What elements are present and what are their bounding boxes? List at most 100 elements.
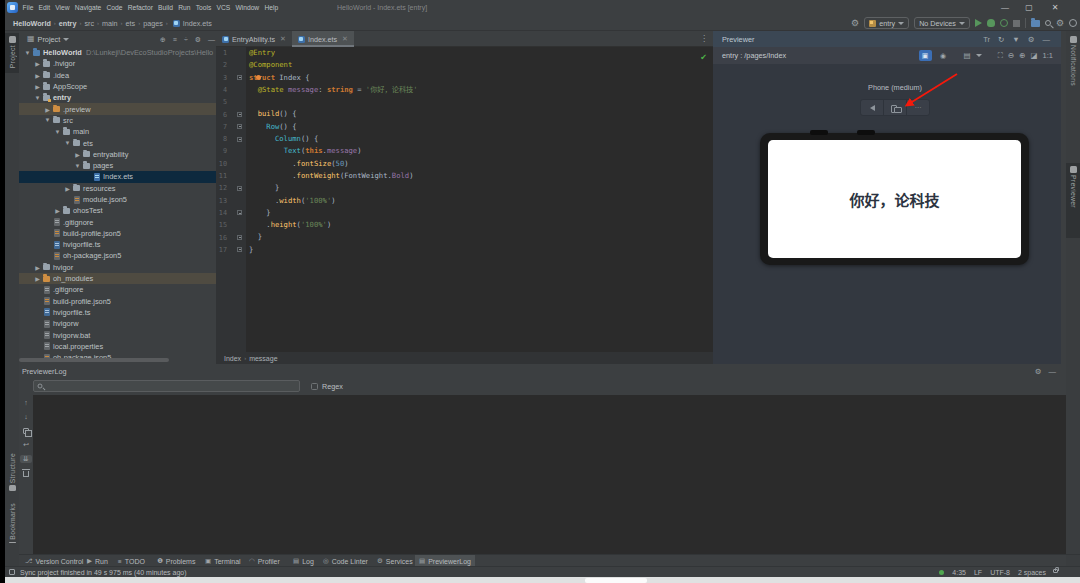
fold-marker-icon[interactable]	[237, 124, 242, 129]
tree-item-hvigorw.bat[interactable]: hvigorw.bat	[19, 329, 221, 340]
stop-button[interactable]	[1013, 20, 1020, 27]
tree-item-hvigorfile.ts[interactable]: hvigorfile.ts	[19, 307, 221, 318]
device-selector[interactable]: No Devices	[914, 17, 970, 29]
collapse-all-icon[interactable]: ≡	[173, 36, 177, 43]
tree-item-main[interactable]: ▼main	[19, 126, 221, 137]
tool-stripe-tab-structure[interactable]: Structure	[5, 450, 19, 494]
hide-log-icon[interactable]: —	[1049, 367, 1057, 376]
breadcrumb-segment[interactable]: pages	[142, 19, 164, 28]
inspector-mode-icon[interactable]: ◉	[937, 50, 950, 61]
sdk-manager-icon[interactable]	[1031, 20, 1040, 27]
scroll-up-icon[interactable]: ↑	[20, 399, 32, 407]
breadcrumb-segment[interactable]: HelloWorld	[12, 19, 52, 28]
export-log-icon[interactable]	[20, 427, 32, 435]
editor-breadcrumb-item[interactable]: message	[249, 355, 277, 362]
profile-avatar-icon[interactable]	[1069, 19, 1077, 27]
soft-wrap-icon[interactable]: ↩	[20, 441, 32, 449]
fold-marker-icon[interactable]	[237, 210, 242, 215]
menu-build[interactable]: Build	[156, 4, 176, 11]
panel-settings-icon[interactable]: ⚙	[195, 36, 201, 43]
tree-item-oh-package.json5[interactable]: oh-package.json5	[19, 250, 221, 261]
code-area[interactable]: @Entry@Componentstruct Index { @State me…	[246, 47, 713, 352]
tree-item-AppScope[interactable]: ▶AppScope	[19, 81, 221, 92]
tree-item-ohosTest[interactable]: ▶ohosTest	[19, 205, 221, 216]
grid-view-icon[interactable]: ▤	[964, 51, 971, 60]
breadcrumb-segment[interactable]: ets	[125, 19, 137, 28]
fit-screen-icon[interactable]: ⛶	[998, 51, 1003, 61]
menu-help[interactable]: Help	[262, 4, 281, 11]
tree-item-pages[interactable]: ▼pages	[19, 160, 221, 171]
tree-item-resources[interactable]: ▶resources	[19, 183, 221, 194]
refresh-icon[interactable]: ↻	[998, 35, 1004, 44]
zoom-out-icon[interactable]: ⊖	[1008, 51, 1014, 60]
minimize-button[interactable]: —	[993, 0, 1017, 15]
editor-tab-Index.ets[interactable]: Index.ets✕	[292, 31, 354, 47]
font-size-icon[interactable]: Tr	[983, 35, 990, 44]
editor-tab-EntryAbility.ts[interactable]: EntryAbility.ts✕	[216, 31, 292, 47]
fullscreen-icon[interactable]: ◪	[1030, 51, 1037, 60]
tree-chevron-icon[interactable]: ▶	[33, 72, 42, 79]
tool-stripe-tab-notifications[interactable]: Notifications	[1066, 33, 1080, 97]
tree-item-module.json5[interactable]: module.json5	[19, 194, 221, 205]
fold-marker-icon[interactable]	[237, 137, 242, 142]
fold-marker-icon[interactable]	[237, 186, 242, 191]
tool-stripe-tab-bookmarks[interactable]: Bookmarks	[5, 500, 19, 546]
menu-refactor[interactable]: Refactor	[125, 4, 155, 11]
previewer-settings-icon[interactable]: ⚙	[1028, 35, 1035, 44]
editor-breadcrumb-item[interactable]: Index	[224, 355, 241, 362]
menu-view[interactable]: View	[53, 4, 73, 11]
maximize-button[interactable]: ▢	[1017, 0, 1041, 15]
menu-tools[interactable]: Tools	[193, 4, 214, 11]
tool-stripe-tab-previewer[interactable]: Previewer	[1066, 163, 1080, 238]
tree-chevron-icon[interactable]: ▼	[43, 117, 52, 123]
filter-icon[interactable]: ▼	[1012, 35, 1019, 44]
tree-chevron-icon[interactable]: ▼	[23, 50, 32, 56]
tree-chevron-icon[interactable]: ▼	[33, 95, 42, 101]
tree-chevron-icon[interactable]: ▶	[33, 60, 42, 67]
tree-chevron-icon[interactable]: ▼	[63, 140, 72, 146]
fold-marker-icon[interactable]	[237, 247, 242, 252]
close-tab-icon[interactable]: ✕	[342, 35, 348, 43]
tree-item-entryability[interactable]: ▶entryability	[19, 149, 221, 160]
tree-item-build-profile.json5[interactable]: build-profile.json5	[19, 228, 221, 239]
breadcrumb-segment[interactable]: main	[101, 19, 119, 28]
zoom-in-icon[interactable]: ⊕	[1019, 51, 1025, 60]
tree-item-src[interactable]: ▼src	[19, 115, 221, 126]
close-button[interactable]: ✕	[1043, 0, 1067, 15]
tree-horizontal-scrollbar[interactable]	[19, 358, 169, 362]
hide-previewer-icon[interactable]: —	[1043, 35, 1051, 44]
module-selector[interactable]: entry	[864, 17, 909, 29]
encoding[interactable]: UTF-8	[990, 569, 1010, 576]
tree-chevron-icon[interactable]: ▶	[43, 106, 52, 113]
search-everywhere-icon[interactable]	[1045, 20, 1051, 26]
tab-options-icon[interactable]: ⋮	[700, 34, 708, 43]
caret-position[interactable]: 4:35	[952, 569, 966, 576]
tree-chevron-icon[interactable]: ▶	[63, 185, 72, 192]
menu-file[interactable]: File	[20, 4, 36, 11]
fold-marker-icon[interactable]	[237, 235, 242, 240]
tree-chevron-icon[interactable]: ▶	[53, 207, 62, 214]
tree-item-HelloWorld[interactable]: ▼HelloWorldD:\Lunkeji\DevEcoStudioProjec…	[19, 47, 221, 58]
chevron-down-icon[interactable]	[63, 38, 69, 41]
menu-vcs[interactable]: VCS	[214, 4, 233, 11]
menu-code[interactable]: Code	[104, 4, 125, 11]
regex-checkbox[interactable]	[311, 383, 318, 390]
fold-marker-icon[interactable]	[237, 112, 242, 117]
tree-item-.gitignore[interactable]: .gitignore	[19, 284, 221, 295]
tree-chevron-icon[interactable]: ▼	[73, 163, 82, 169]
tree-chevron-icon[interactable]: ▶	[73, 151, 82, 158]
line-ending[interactable]: LF	[974, 569, 982, 576]
chevron-down-icon[interactable]	[976, 54, 982, 57]
tree-item-local.properties[interactable]: local.properties	[19, 341, 221, 352]
log-settings-icon[interactable]: ⚙	[1035, 367, 1042, 376]
tree-chevron-icon[interactable]: ▶	[33, 275, 42, 282]
breadcrumb-segment[interactable]: entry	[58, 19, 78, 28]
tree-chevron-icon[interactable]: ▶	[33, 83, 42, 90]
tree-item-Index.ets[interactable]: Index.ets	[19, 171, 221, 182]
menu-navigate[interactable]: Navigate	[72, 4, 104, 11]
indent-setting[interactable]: 2 spaces	[1018, 569, 1046, 576]
profiler-button[interactable]	[1000, 19, 1008, 27]
breadcrumb-segment[interactable]: src	[83, 19, 95, 28]
tool-window-switcher-icon[interactable]	[9, 569, 15, 575]
debug-button[interactable]	[987, 19, 995, 27]
